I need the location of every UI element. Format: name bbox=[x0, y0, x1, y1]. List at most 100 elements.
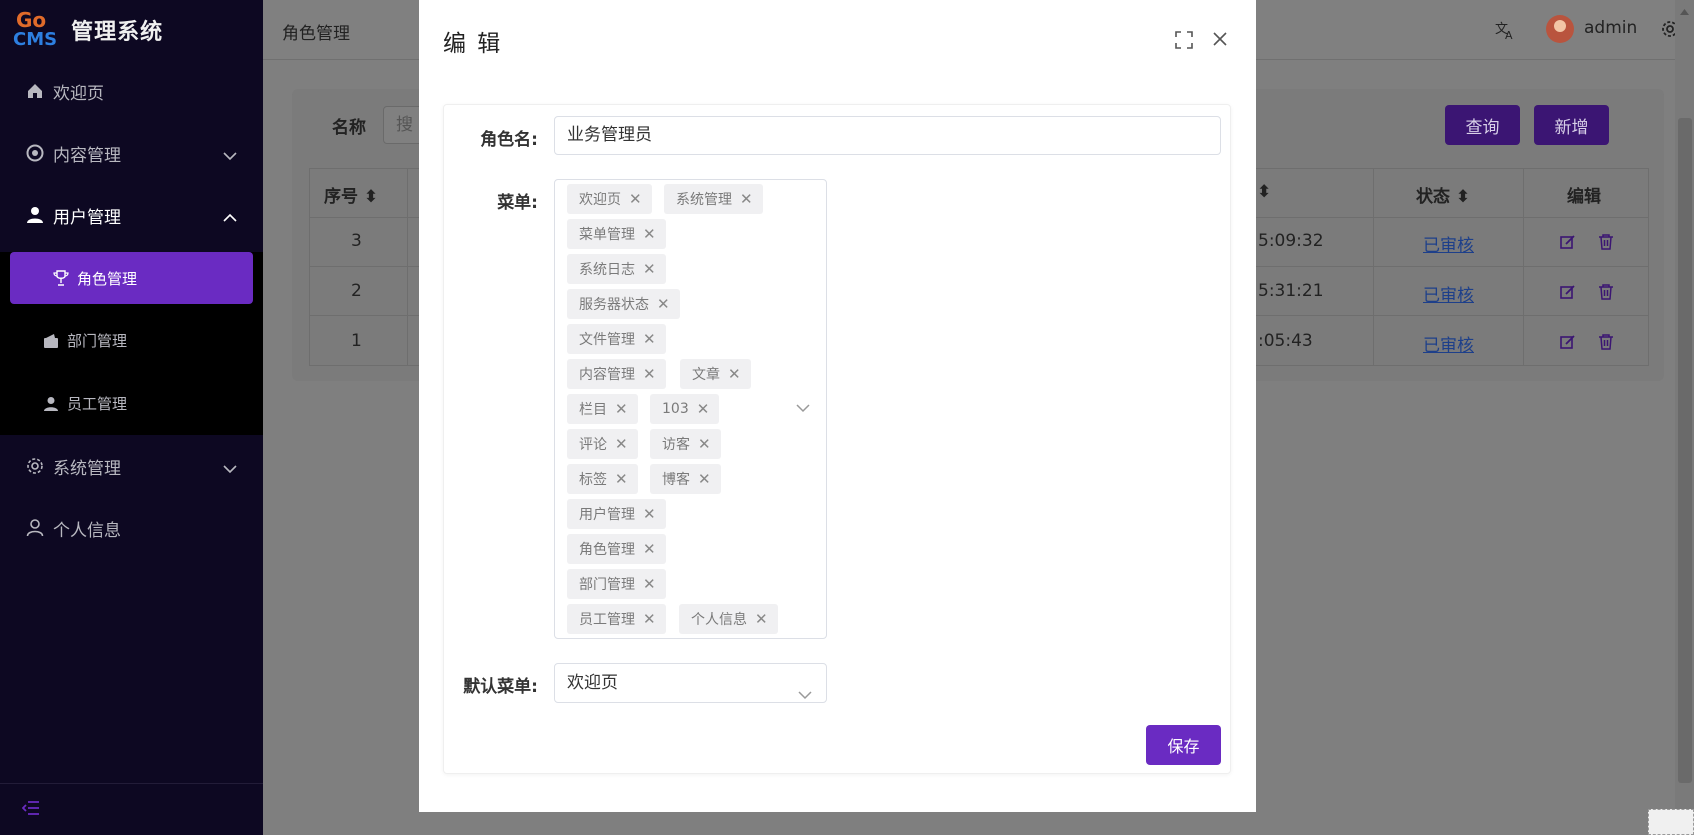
tag-close-icon[interactable]: ✕ bbox=[643, 575, 656, 593]
collapse-icon bbox=[21, 800, 40, 819]
sidebar-item-system[interactable]: 系统管理 bbox=[0, 435, 263, 497]
sidebar-item-label: 用户管理 bbox=[53, 207, 121, 228]
tag-close-icon[interactable]: ✕ bbox=[615, 470, 628, 488]
logo-text-bottom: CMS bbox=[13, 29, 58, 50]
fullscreen-icon[interactable] bbox=[1175, 31, 1193, 53]
menu-tag: 员工管理 ✕ bbox=[567, 604, 666, 634]
tag-close-icon[interactable]: ✕ bbox=[728, 365, 741, 383]
tag-close-icon[interactable]: ✕ bbox=[643, 225, 656, 243]
tag-close-icon[interactable]: ✕ bbox=[657, 295, 670, 313]
page-scrollbar[interactable] bbox=[1675, 0, 1694, 835]
menu-tag: 标签 ✕ bbox=[567, 464, 638, 494]
tag-close-icon[interactable]: ✕ bbox=[643, 260, 656, 278]
filter-name-label: 名称 bbox=[332, 118, 366, 138]
chrome-icon bbox=[25, 143, 45, 163]
dialog-title: 编 辑 bbox=[443, 31, 503, 57]
collapse-sidebar-button[interactable] bbox=[0, 783, 263, 835]
delete-icon[interactable] bbox=[1598, 234, 1614, 254]
tag-close-icon[interactable]: ✕ bbox=[643, 610, 656, 628]
role-name-input[interactable]: 业务管理员 bbox=[554, 116, 1221, 155]
sidebar-item-users[interactable]: 用户管理 bbox=[0, 184, 263, 246]
menu-tag: 部门管理 ✕ bbox=[567, 569, 666, 599]
menu-tag: 博客 ✕ bbox=[650, 464, 721, 494]
sidebar-item-label: 个人信息 bbox=[53, 520, 121, 541]
row-time: 5:31:21 bbox=[1258, 281, 1324, 301]
tag-close-icon[interactable]: ✕ bbox=[740, 190, 753, 208]
row-status-link[interactable]: 已审核 bbox=[1423, 331, 1474, 356]
sidebar-item-roles[interactable]: 角色管理 bbox=[10, 252, 253, 304]
save-button[interactable]: 保存 bbox=[1146, 725, 1221, 765]
column-header-edit: 编辑 bbox=[1567, 187, 1601, 207]
scroll-up-arrow-icon[interactable] bbox=[1680, 3, 1689, 19]
edit-icon[interactable] bbox=[1560, 334, 1576, 354]
app-title: 管理系统 bbox=[71, 20, 164, 45]
sidebar-item-departments[interactable]: 部门管理 bbox=[0, 309, 263, 372]
menu-tag: 访客 ✕ bbox=[650, 429, 721, 459]
query-button[interactable]: 查询 bbox=[1445, 105, 1520, 145]
default-menu-select[interactable]: 欢迎页 bbox=[554, 663, 827, 703]
column-header-index[interactable]: 序号 ⬍ bbox=[324, 182, 378, 207]
menu-tag: 菜单管理 ✕ bbox=[567, 219, 666, 249]
username[interactable]: admin bbox=[1584, 18, 1637, 38]
sidebar-item-profile[interactable]: 个人信息 bbox=[0, 497, 263, 559]
menu-tag: 文件管理 ✕ bbox=[567, 324, 666, 354]
column-header-status[interactable]: 状态 ⬍ bbox=[1416, 182, 1470, 207]
default-menu-value: 欢迎页 bbox=[567, 673, 618, 693]
row-status-link[interactable]: 已审核 bbox=[1423, 231, 1474, 256]
menu-tag: 文章 ✕ bbox=[680, 359, 751, 389]
user-icon bbox=[42, 395, 60, 413]
tag-close-icon[interactable]: ✕ bbox=[698, 435, 711, 453]
user-icon bbox=[25, 205, 45, 225]
sidebar-subitem-label: 角色管理 bbox=[77, 269, 138, 288]
menu-tag: 103 ✕ bbox=[650, 394, 720, 424]
avatar[interactable] bbox=[1546, 15, 1574, 43]
tag-close-icon[interactable]: ✕ bbox=[615, 435, 628, 453]
menu-tag: 评论 ✕ bbox=[567, 429, 638, 459]
close-icon[interactable] bbox=[1212, 31, 1228, 51]
logo: Go CMS 管理系统 bbox=[0, 0, 263, 60]
default-menu-label: 默认菜单: bbox=[463, 677, 538, 697]
tag-close-icon[interactable]: ✕ bbox=[643, 365, 656, 383]
row-index: 3 bbox=[351, 231, 362, 251]
row-index: 2 bbox=[351, 281, 362, 301]
tag-close-icon[interactable]: ✕ bbox=[698, 470, 711, 488]
menu-tag: 个人信息 ✕ bbox=[679, 604, 778, 634]
logo-mark: Go CMS bbox=[13, 10, 58, 50]
trophy-icon bbox=[52, 269, 70, 287]
tag-close-icon[interactable]: ✕ bbox=[643, 505, 656, 523]
translate-icon[interactable]: 文A bbox=[1495, 20, 1517, 44]
menu-tag: 角色管理 ✕ bbox=[567, 534, 666, 564]
tag-close-icon[interactable]: ✕ bbox=[643, 540, 656, 558]
sidebar-subitem-label: 员工管理 bbox=[67, 395, 128, 413]
menu-label: 菜单: bbox=[497, 193, 538, 213]
menu-tag: 内容管理 ✕ bbox=[567, 359, 666, 389]
sidebar-item-content[interactable]: 内容管理 bbox=[0, 122, 263, 184]
table-col-divider bbox=[1373, 168, 1374, 366]
scrollbar-thumb[interactable] bbox=[1678, 118, 1692, 783]
tag-close-icon[interactable]: ✕ bbox=[697, 400, 710, 418]
breadcrumb: 角色管理 bbox=[282, 24, 350, 44]
chevron-down-icon[interactable] bbox=[796, 401, 810, 417]
row-status-link[interactable]: 已审核 bbox=[1423, 281, 1474, 306]
row-time: :05:43 bbox=[1258, 331, 1313, 351]
sort-icon: ⬍ bbox=[363, 187, 379, 207]
sidebar: Go CMS 管理系统 欢迎页 内容管理 用户管理 角色管理 部门管理 员工管理… bbox=[0, 0, 263, 835]
tag-close-icon[interactable]: ✕ bbox=[615, 400, 628, 418]
corner-widget bbox=[1648, 809, 1694, 835]
sidebar-item-label: 内容管理 bbox=[53, 145, 121, 166]
delete-icon[interactable] bbox=[1598, 334, 1614, 354]
home-icon bbox=[25, 81, 45, 101]
tag-close-icon[interactable]: ✕ bbox=[755, 610, 768, 628]
row-time: 5:09:32 bbox=[1258, 231, 1324, 251]
edit-icon[interactable] bbox=[1560, 234, 1576, 254]
sidebar-item-label: 欢迎页 bbox=[53, 83, 104, 104]
delete-icon[interactable] bbox=[1598, 284, 1614, 304]
sidebar-item-employees[interactable]: 员工管理 bbox=[0, 372, 263, 435]
sort-icon[interactable]: ⬍ bbox=[1257, 182, 1271, 202]
tag-close-icon[interactable]: ✕ bbox=[643, 330, 656, 348]
tag-close-icon[interactable]: ✕ bbox=[629, 190, 642, 208]
gear-icon bbox=[25, 456, 45, 476]
sidebar-item-welcome[interactable]: 欢迎页 bbox=[0, 60, 263, 122]
add-button[interactable]: 新增 bbox=[1534, 105, 1609, 145]
edit-icon[interactable] bbox=[1560, 284, 1576, 304]
